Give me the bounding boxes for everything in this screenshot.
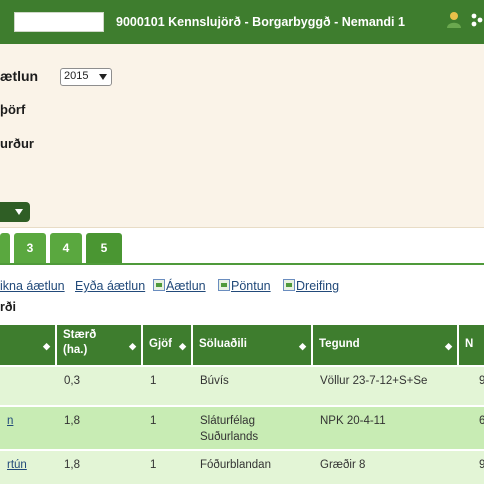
plan-label: ætlun bbox=[0, 68, 39, 84]
plan-panel: ætlun 2015 þörf urður bbox=[0, 44, 484, 228]
cell-field: n bbox=[7, 415, 14, 427]
sort-icon: ◆ bbox=[43, 341, 50, 351]
export-order-link[interactable]: Pöntun bbox=[218, 279, 271, 293]
cell-seller: Sláturfélag Suðurlands bbox=[200, 415, 259, 443]
table-row[interactable]: rtún 1,8 1 Fóðurblandan Græðir 8 9 bbox=[0, 451, 484, 484]
cell-seller: Fóðurblandan bbox=[200, 459, 271, 471]
export-plan-label: Áætlun bbox=[166, 279, 206, 293]
excel-icon bbox=[283, 279, 295, 291]
column-header-n[interactable]: N bbox=[459, 325, 484, 365]
column-header-seller[interactable]: Söluaðili ◆ bbox=[193, 325, 311, 365]
calculate-plan-link[interactable]: ikna áætlun bbox=[0, 279, 65, 293]
export-distribution-link[interactable]: Dreifing bbox=[283, 279, 339, 293]
delete-plan-link[interactable]: Eyða áætlun bbox=[75, 279, 145, 293]
chevron-down-icon bbox=[99, 74, 107, 80]
year-select-value: 2015 bbox=[64, 70, 89, 82]
user-icon[interactable] bbox=[446, 11, 462, 29]
table-row[interactable]: 0,3 1 Búvís Völlur 23-7-12+S+Se 9 bbox=[0, 367, 484, 405]
top-bar: 9000101 Kennslujörð - Borgarbyggð - Nema… bbox=[0, 0, 484, 44]
tab-3[interactable]: 3 bbox=[14, 233, 46, 263]
cell-type: NPK 20-4-11 bbox=[320, 415, 386, 427]
cell-n: 9 bbox=[479, 459, 484, 471]
cell-n: 9 bbox=[479, 375, 484, 387]
cell-field bbox=[0, 367, 57, 405]
chevron-down-icon bbox=[15, 209, 23, 215]
section-label: rði bbox=[0, 300, 16, 314]
cell-type: Völlur 23-7-12+S+Se bbox=[320, 375, 428, 387]
excel-icon bbox=[153, 279, 165, 291]
year-select[interactable]: 2015 bbox=[60, 68, 112, 86]
export-distribution-label: Dreifing bbox=[296, 279, 340, 293]
sort-icon: ◆ bbox=[445, 341, 452, 351]
cell-size: 1,8 bbox=[64, 415, 80, 427]
search-input[interactable] bbox=[14, 12, 104, 32]
column-header-gjof[interactable]: Gjöf ◆ bbox=[143, 325, 191, 365]
table-row[interactable]: n 1,8 1 Sláturfélag Suðurlands NPK 20-4-… bbox=[0, 407, 484, 449]
cell-size: 0,3 bbox=[64, 375, 80, 387]
cell-n: 6 bbox=[479, 415, 484, 427]
action-dropdown[interactable] bbox=[0, 202, 30, 222]
menu-icon[interactable] bbox=[470, 12, 484, 28]
cell-type: Græðir 8 bbox=[320, 459, 366, 471]
sort-icon: ◆ bbox=[129, 341, 136, 351]
tab-5[interactable]: 5 bbox=[86, 233, 122, 263]
column-header-type[interactable]: Tegund ◆ bbox=[313, 325, 457, 365]
plan-actions: ikna áætlun Eyða áætlun Áætlun Pöntun Dr… bbox=[0, 279, 484, 297]
column-header-size[interactable]: Stærð (ha.) ◆ bbox=[57, 325, 141, 365]
cell-gjof: 1 bbox=[150, 459, 157, 471]
export-plan-link[interactable]: Áætlun bbox=[153, 279, 206, 293]
farm-title: 9000101 Kennslujörð - Borgarbyggð - Nema… bbox=[116, 15, 405, 29]
tab-bar: 3 4 5 bbox=[0, 229, 484, 265]
sort-icon: ◆ bbox=[179, 341, 186, 351]
cell-gjof: 1 bbox=[150, 415, 157, 427]
export-order-label: Pöntun bbox=[231, 279, 271, 293]
cell-gjof: 1 bbox=[150, 375, 157, 387]
result-label: urður bbox=[0, 136, 34, 151]
tab-partial[interactable] bbox=[0, 233, 10, 263]
cell-size: 1,8 bbox=[64, 459, 80, 471]
need-label: þörf bbox=[0, 102, 26, 117]
cell-seller: Búvís bbox=[200, 375, 229, 387]
column-header-field[interactable]: ◆ bbox=[0, 325, 55, 365]
excel-icon bbox=[218, 279, 230, 291]
sort-icon: ◆ bbox=[299, 341, 306, 351]
tab-4[interactable]: 4 bbox=[50, 233, 82, 263]
cell-field: rtún bbox=[7, 459, 27, 471]
